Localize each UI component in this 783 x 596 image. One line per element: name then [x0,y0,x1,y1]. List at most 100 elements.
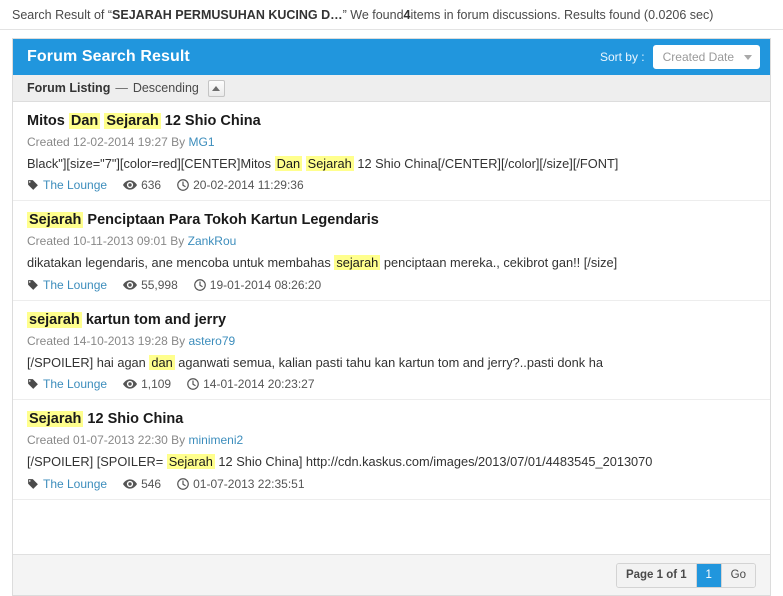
timestamp-value: 19-01-2014 08:26:20 [209,277,322,292]
result-forum[interactable]: The Lounge [27,377,107,391]
result-item[interactable]: Sejarah Penciptaan Para Tokoh Kartun Leg… [13,201,770,301]
result-title-highlight: Sejarah [27,212,84,229]
result-timestamp: 20-02-2014 11:29:36 [177,178,304,192]
by-label: By [171,333,186,348]
result-title[interactable]: sejarah kartun tom and jerry [27,311,756,331]
panel-footer: Page 1 of 1 1 Go [13,554,770,595]
eye-icon [123,478,138,490]
created-date: 12-02-2014 19:27 [73,134,168,149]
result-timestamp: 01-07-2013 22:35:51 [177,477,305,491]
forum-listing-label: Forum Listing [27,81,111,95]
result-item[interactable]: Mitos Dan Sejarah 12 Shio China Created 1… [13,102,770,202]
result-title-highlight: Dan [68,113,101,129]
result-snippet-text: [/SPOILER] hai agan [27,354,150,370]
timestamp-value: 14-01-2014 20:23:27 [203,377,315,392]
result-title[interactable]: Sejarah 12 Shio China [27,410,756,430]
result-footer-meta: The Lounge 546 01-07-2013 22:35:51 [27,477,756,491]
tag-icon [27,378,39,390]
result-view-count: 636 [123,178,161,192]
result-snippet: [/SPOILER] [SPOILER= Sejarah 12 Shio Chi… [27,453,756,471]
result-forum-link[interactable]: The Lounge [43,278,107,292]
result-author-link[interactable]: minimeni2 [189,433,244,447]
result-snippet-highlight: sejarah [334,255,381,271]
created-label: Created [27,234,70,249]
result-forum-link[interactable]: The Lounge [43,178,107,192]
result-timestamp: 19-01-2014 08:26:20 [193,277,322,292]
sort-by-label: Sort by : [599,50,645,64]
result-snippet-text: aganwati semua, kalian pasti tahu kan ka… [174,354,603,370]
result-title-highlight: sejarah [27,311,82,328]
eye-icon [123,279,138,291]
result-created-meta: Created 01-07-2013 22:30 By minimeni2 [27,433,756,447]
result-snippet-highlight: dan [149,354,175,370]
result-snippet-text: penciptaan mereka., cekibrot gan!! [/siz… [380,255,618,271]
view-count-value: 546 [141,476,162,491]
result-title-text: 12 Shio China [83,411,184,428]
result-forum[interactable]: The Lounge [27,477,107,491]
clock-icon [177,179,189,192]
result-view-count: 55,998 [123,278,178,292]
search-summary-bar: Search Result of “SEJARAH PERMUSUHAN KUC… [0,0,783,30]
result-title-text: kartun tom and jerry [81,311,227,328]
result-author-link[interactable]: astero79 [189,334,236,348]
results-list: Mitos Dan Sejarah 12 Shio China Created 1… [13,102,770,554]
page-wrapper: Forum Search Result Sort by : Created Da… [0,30,783,596]
created-date: 14-10-2013 19:28 [73,333,168,348]
summary-suffix: items in forum discussions. Results foun… [410,7,714,22]
clock-icon [187,378,199,391]
go-button[interactable]: Go [721,563,755,587]
created-label: Created [27,134,70,149]
result-title-highlight: Sejarah [27,411,84,428]
tag-icon [27,478,39,490]
result-snippet-highlight: Dan [274,155,303,171]
result-snippet: [/SPOILER] hai agan dan aganwati semua, … [27,354,756,372]
view-count-value: 55,998 [141,277,178,292]
result-title[interactable]: Mitos Dan Sejarah 12 Shio China [27,112,756,132]
result-title-text: Penciptaan Para Tokoh Kartun Legendaris [83,212,379,229]
caret-up-icon [212,85,221,91]
timestamp-value: 20-02-2014 11:29:36 [193,178,304,193]
summary-middle: ” We found [342,7,404,22]
clock-icon [193,279,206,291]
sort-by-select[interactable]: Created Date [652,45,760,69]
result-view-count: 1,109 [123,377,171,391]
eye-icon [123,378,138,390]
result-title[interactable]: Sejarah Penciptaan Para Tokoh Kartun Leg… [27,211,756,231]
result-forum-link[interactable]: The Lounge [43,377,107,391]
result-footer-meta: The Lounge 636 20-02-2014 11:29:36 [27,178,756,192]
created-label: Created [27,432,70,447]
result-item[interactable]: Sejarah 12 Shio China Created 01-07-2013 … [13,400,770,500]
result-author-link[interactable]: MG1 [189,135,215,149]
by-label: By [170,234,185,249]
result-author-link[interactable]: ZankRou [188,234,237,248]
sort-control-group: Sort by : Created Date [600,45,760,69]
clock-icon [177,478,189,490]
page-number-button[interactable]: 1 [695,563,722,587]
tag-icon [27,179,39,191]
result-item[interactable]: sejarah kartun tom and jerry Created 14-1… [13,301,770,401]
tag-icon [27,279,39,291]
pagination: Page 1 of 1 1 Go [615,562,756,588]
result-forum[interactable]: The Lounge [27,178,107,192]
result-title-text: Mitos [27,113,69,129]
result-snippet: Black"][size="7"][color=red][CENTER]Mito… [27,155,756,173]
chevron-down-icon [744,54,752,60]
result-footer-meta: The Lounge 55,998 19-01-2014 08:26:20 [27,278,756,292]
result-view-count: 546 [123,477,161,491]
created-date: 01-07-2013 22:30 [73,432,168,447]
created-label: Created [27,333,70,348]
summary-query: SEJARAH PERMUSUHAN KUCING D… [112,7,343,22]
result-footer-meta: The Lounge 1,109 14-01-2014 20:23:27 [27,377,756,391]
sort-by-value: Created Date [662,50,734,64]
result-forum-link[interactable]: The Lounge [43,477,107,491]
summary-prefix: Search Result of “ [12,7,113,22]
result-snippet-highlight: Sejarah [305,155,354,171]
listing-subbar: Forum Listing — Descending [13,75,770,102]
result-forum[interactable]: The Lounge [27,278,107,292]
result-title-text: 12 Shio China [160,113,261,129]
sort-direction-toggle-button[interactable] [207,79,225,97]
result-timestamp: 14-01-2014 20:23:27 [187,377,315,392]
created-date: 10-11-2013 09:01 [73,234,167,249]
result-created-meta: Created 12-02-2014 19:27 By MG1 [27,135,756,149]
result-snippet: dikatakan legendaris, ane mencoba untuk … [27,254,756,272]
